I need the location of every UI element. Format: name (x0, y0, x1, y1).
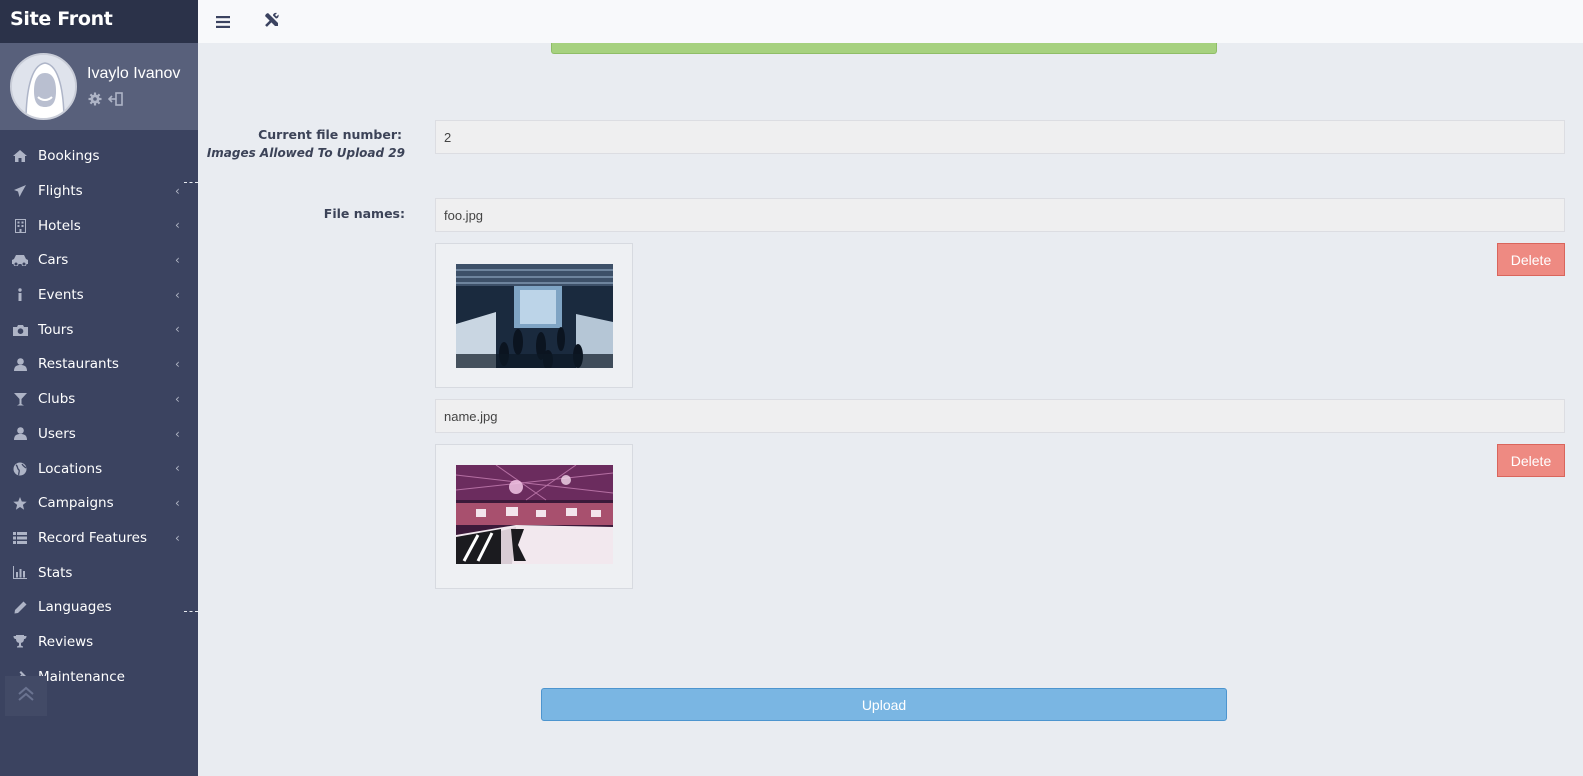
gear-icon[interactable] (88, 91, 102, 110)
bar-chart-icon (11, 566, 29, 580)
sidebar-item-label: Flights (38, 183, 83, 200)
divider (184, 611, 198, 612)
sidebar-item-bookings[interactable]: Bookings (0, 139, 198, 174)
sidebar-item-label: Tours (38, 321, 74, 338)
star-icon (11, 496, 29, 510)
chevron-left-icon: ‹ (175, 218, 180, 233)
chevron-left-icon: ‹ (175, 495, 180, 510)
tools-icon (264, 12, 280, 32)
party-hall-photo (456, 465, 613, 564)
sidebar-item-label: Hotels (38, 217, 81, 234)
user-name[interactable]: Ivaylo Ivanov (87, 65, 180, 83)
sidebar-item-users[interactable]: Users ‹ (0, 417, 198, 452)
chevron-left-icon: ‹ (175, 287, 180, 302)
sidebar-item-label: Users (38, 425, 76, 442)
double-chevron-up-icon (17, 686, 35, 706)
chevron-left-icon: ‹ (175, 461, 180, 476)
sidebar-item-events[interactable]: Events ‹ (0, 278, 198, 313)
sidebar-item-locations[interactable]: Locations ‹ (0, 451, 198, 486)
car-icon (11, 253, 29, 267)
sidebar: Site Front Ivaylo Ivanov Bookings Flight… (0, 0, 198, 776)
sidebar-item-tours[interactable]: Tours ‹ (0, 312, 198, 347)
user-icon (11, 357, 29, 371)
home-icon (11, 149, 29, 163)
chevron-left-icon: ‹ (175, 530, 180, 545)
event-hall-photo (456, 264, 613, 368)
trophy-icon (11, 635, 29, 649)
scroll-to-top-button[interactable] (5, 676, 47, 716)
chevron-left-icon: ‹ (175, 391, 180, 406)
sidebar-item-campaigns[interactable]: Campaigns ‹ (0, 486, 198, 521)
brand-title[interactable]: Site Front (0, 0, 198, 43)
file-names-label: File names: (323, 206, 405, 221)
sidebar-menu: Bookings Flights ‹ Hotels ‹ Cars ‹ Event… (0, 139, 198, 694)
top-bar (198, 0, 1583, 43)
delete-button[interactable]: Delete (1497, 243, 1565, 276)
sidebar-item-label: Reviews (38, 633, 94, 650)
sidebar-item-label: Campaigns (38, 495, 114, 512)
chevron-left-icon: ‹ (175, 426, 180, 441)
success-alert (551, 43, 1217, 54)
image-thumbnail (435, 243, 633, 388)
sidebar-item-reviews[interactable]: Reviews (0, 625, 198, 660)
image-thumbnail (435, 444, 633, 589)
sidebar-item-hotels[interactable]: Hotels ‹ (0, 208, 198, 243)
sidebar-item-cars[interactable]: Cars ‹ (0, 243, 198, 278)
sidebar-item-label: Maintenance (38, 668, 125, 685)
images-allowed-label: Images Allowed To Upload 29 (206, 146, 405, 160)
sidebar-item-label: Cars (38, 252, 69, 269)
camera-icon (11, 323, 29, 337)
sidebar-item-flights[interactable]: Flights ‹ (0, 174, 198, 209)
building-icon (11, 218, 29, 233)
sidebar-item-label: Bookings (38, 148, 100, 165)
user-profile: Ivaylo Ivanov (0, 43, 198, 130)
globe-icon (11, 462, 29, 476)
chevron-left-icon: ‹ (175, 253, 180, 268)
sidebar-item-restaurants[interactable]: Restaurants ‹ (0, 347, 198, 382)
sidebar-item-label: Languages (38, 599, 112, 616)
sidebar-item-languages[interactable]: Languages (0, 590, 198, 625)
upload-button[interactable]: Upload (541, 688, 1227, 721)
sidebar-item-label: Events (38, 287, 84, 304)
logout-icon[interactable] (107, 91, 124, 110)
sidebar-item-label: Stats (38, 564, 73, 581)
list-icon (11, 531, 29, 545)
pencil-icon (11, 600, 29, 614)
chevron-left-icon: ‹ (175, 183, 180, 198)
sidebar-item-record-features[interactable]: Record Features ‹ (0, 521, 198, 556)
sidebar-item-label: Restaurants (38, 356, 119, 373)
divider (184, 182, 198, 183)
user-icon (11, 427, 29, 441)
sidebar-item-label: Locations (38, 460, 103, 477)
cocktail-icon (11, 392, 29, 406)
file-name-field[interactable]: foo.jpg (435, 198, 1565, 232)
current-file-number-field[interactable]: 2 (435, 120, 1565, 154)
menu-toggle-button[interactable] (210, 9, 236, 35)
sidebar-item-label: Clubs (38, 391, 76, 408)
tools-button[interactable] (259, 9, 285, 35)
chevron-left-icon: ‹ (175, 357, 180, 372)
delete-button[interactable]: Delete (1497, 444, 1565, 477)
sidebar-item-stats[interactable]: Stats (0, 555, 198, 590)
info-icon (11, 288, 29, 302)
sidebar-item-clubs[interactable]: Clubs ‹ (0, 382, 198, 417)
current-file-label: Current file number: (258, 127, 402, 142)
file-name-field[interactable]: name.jpg (435, 399, 1565, 433)
plane-icon (11, 184, 29, 198)
hamburger-icon (216, 13, 230, 32)
sidebar-item-label: Record Features (38, 529, 147, 546)
chevron-left-icon: ‹ (175, 322, 180, 337)
avatar[interactable] (10, 53, 77, 120)
